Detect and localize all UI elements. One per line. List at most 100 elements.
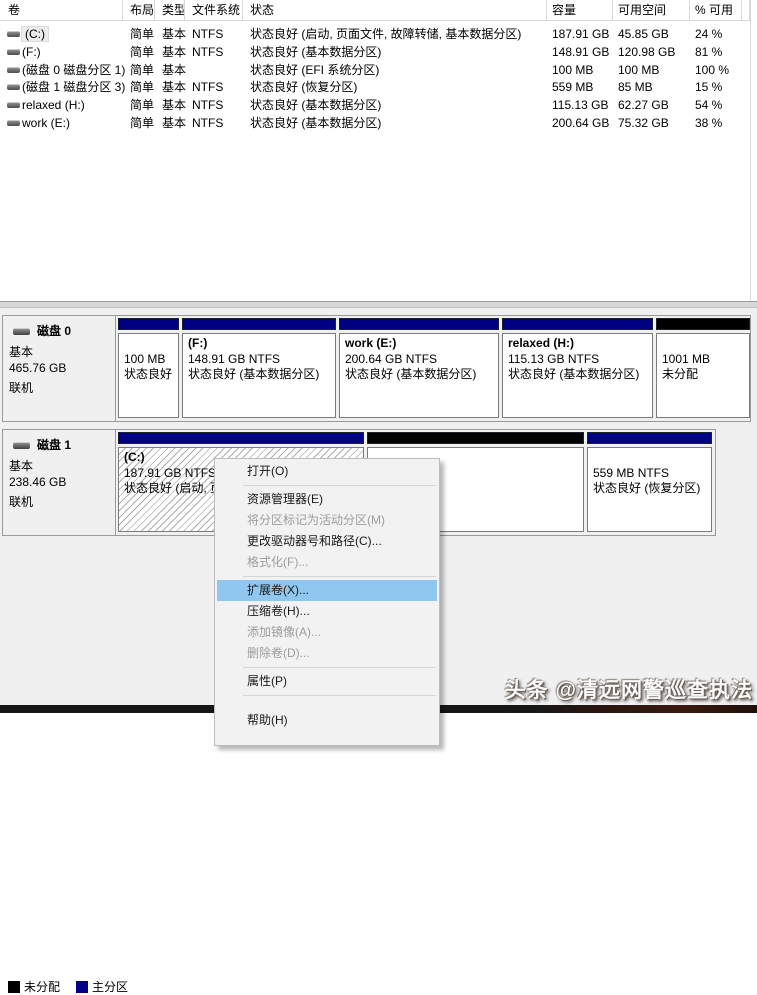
disk-label-panel[interactable]: 磁盘 1基本238.46 GB联机 [3,430,116,535]
volume-icon [7,102,20,108]
menu-separator [243,485,436,486]
volume-fs: NTFS [192,43,223,61]
menu-item-C[interactable]: 更改驱动器号和路径(C)... [217,531,437,552]
pane-splitter[interactable] [0,301,757,308]
column-header-3[interactable]: 类型 [155,0,185,21]
volume-row[interactable]: (C:)简单基本NTFS状态良好 (启动, 页面文件, 故障转储, 基本数据分区… [0,25,750,43]
partition-name: (F:) [188,336,330,352]
volume-icon [7,49,20,55]
volume-row[interactable]: relaxed (H:) 简单基本 NTFS 状态良好 (基本数据分区) 115.13 … [0,96,750,114]
column-header-5[interactable]: 状态 [243,0,547,21]
column-header-2[interactable]: 布局 [123,0,155,21]
menu-item-P[interactable]: 属性(P) [217,671,437,692]
volume-fs: NTFS [192,114,223,132]
volume-free: 75.32 GB [618,114,669,132]
disk-label-panel[interactable]: 磁盘 0基本465.76 GB 联机 [3,316,116,421]
volume-fs: NTFS [192,96,223,114]
partition-size-line: 1001 MB [662,352,744,368]
partition-type-strip [339,318,499,330]
partition-body: 559 MB NTFS状态良好 (恢复分区) [587,447,712,532]
volume-status: 状态良好 (启动, 页面文件, 故障转储, 基本数据分区) [250,25,521,43]
volume-type: 基本 [162,43,186,61]
partition-body: work (E:)200.64 GB NTFS状态良好 (基本数据分区) [339,333,499,418]
volume-status: 状态良好 (基本数据分区) [250,43,381,61]
partition-name [124,336,173,352]
volume-type: 基本 [162,96,186,114]
volume-pct-free: 38 % [695,114,722,132]
volume-free: 120.98 GB [618,43,675,61]
volume-row[interactable]: (磁盘 1 磁盘分区 3)简单基本NTFS状态良好 (恢复分区)559 MB85… [0,78,750,96]
volume-capacity: 115.13 GB [552,96,608,114]
volume-status: 状态良好 (EFI 系统分区) [250,61,379,79]
partition-type-strip [182,318,336,330]
menu-item-E[interactable]: 资源管理器(E) [217,489,437,510]
volume-row[interactable]: (磁盘 0 磁盘分区 1)简单基本状态良好 (EFI 系统分区)100 MB10… [0,61,750,79]
partition[interactable]: 559 MB NTFS状态良好 (恢复分区) [587,432,712,532]
partition-status-line: 状态良好 [124,367,173,383]
list-pane-border [750,0,751,301]
volume-layout: 简单 [130,96,154,114]
volume-type: 基本 [162,114,186,132]
legend-item: 主分区 [76,978,128,995]
partition-name: relaxed (H:) [508,336,647,352]
volume-row[interactable]: (F:)简单基本NTFS状态良好 (基本数据分区)148.91 GB120.98… [0,43,750,61]
partition[interactable]: work (E:)200.64 GB NTFS状态良好 (基本数据分区) [339,318,499,418]
partition-status-line: 状态良好 (基本数据分区) [508,367,647,383]
volume-name: (磁盘 0 磁盘分区 1) [22,61,125,79]
disk-status: 联机 [9,379,33,396]
volume-free: 62.27 GB [618,96,669,114]
volume-layout: 简单 [130,43,154,61]
volume-pct-free: 24 % [695,25,722,43]
partition-size-line: 200.64 GB NTFS [345,352,493,368]
disk-size: 465.76 GB [9,361,66,375]
legend-swatch [76,981,88,993]
column-header-6[interactable]: 容量 [547,0,613,21]
volume-row[interactable]: work (E:)简单基本NTFS状态良好 (基本数据分区)200.64 GB7… [0,114,750,132]
volume-pct-free: 81 % [695,43,722,61]
menu-item-D: 删除卷(D)... [217,643,437,664]
column-header-4[interactable]: 文件系统 [185,0,243,21]
partition[interactable]: relaxed (H:)115.13 GB NTFS状态良好 (基本数据分区) [502,318,653,418]
partition-body: relaxed (H:)115.13 GB NTFS状态良好 (基本数据分区) [502,333,653,418]
volume-type: 基本 [162,61,186,79]
column-header-7[interactable]: 可用空间 [613,0,690,21]
disk-name: 磁盘 0 [37,322,71,339]
legend-label: 未分配 [24,980,60,994]
column-header-1[interactable]: 卷 [0,0,123,21]
volume-capacity: 200.64 GB [552,114,609,132]
volume-layout: 简单 [130,25,154,43]
volume-name-label: relaxed (H:) [22,98,85,112]
volume-status: 状态良好 (基本数据分区) [250,96,381,114]
partition-type-strip [502,318,653,330]
disk-type: 基本 [9,343,33,360]
partition-name: work (E:) [345,336,493,352]
volume-name-label: (F:) [22,45,41,59]
volume-icon [7,67,20,73]
disk-type: 基本 [9,457,33,474]
menu-separator [243,667,436,668]
partition[interactable]: 100 MB状态良好 [118,318,179,418]
disk-icon [13,442,30,449]
volume-name: (F:) [22,43,41,61]
volume-fs: NTFS [192,25,223,43]
menu-item-A: 添加镜像(A)... [217,622,437,643]
volume-type: 基本 [162,78,186,96]
legend-item: 未分配 [8,978,60,995]
menu-item-H[interactable]: 压缩卷(H)... [217,601,437,622]
menu-item-O[interactable]: 打开(O) [217,461,437,482]
partition-size-line: 115.13 GB NTFS [508,352,647,368]
partition[interactable]: (F:)148.91 GB NTFS状态良好 (基本数据分区) [182,318,336,418]
volume-capacity: 100 MB [552,61,593,79]
menu-item-H[interactable]: 帮助(H) [217,699,437,731]
menu-item-X[interactable]: 扩展卷(X)... [217,580,437,601]
column-header-8[interactable]: % 可用 [690,0,742,21]
volume-capacity: 559 MB [552,78,593,96]
partition[interactable]: 1001 MB未分配 [656,318,750,418]
partition-body: 1001 MB未分配 [656,333,750,418]
partition-name [662,336,744,352]
volume-status: 状态良好 (恢复分区) [250,78,357,96]
partition-body: 100 MB状态良好 [118,333,179,418]
partition-name [593,450,706,466]
menu-item-F: 格式化(F)... [217,552,437,573]
volume-pct-free: 15 % [695,78,722,96]
